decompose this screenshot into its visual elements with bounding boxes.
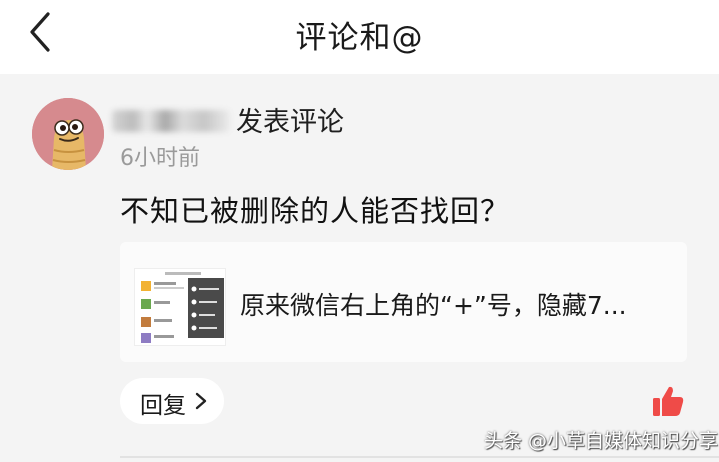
page-title: 评论和@	[295, 20, 424, 56]
username-blurred[interactable]	[112, 110, 230, 132]
timestamp: 6小时前	[120, 146, 200, 171]
reply-label: 回复	[140, 393, 186, 419]
like-button[interactable]	[651, 384, 685, 418]
article-thumbnail	[134, 268, 226, 346]
action-label: 发表评论	[236, 107, 344, 138]
divider	[120, 456, 719, 458]
thumbs-up-icon	[653, 386, 684, 416]
cartoon-character-avatar-icon	[32, 98, 104, 170]
article-title: 原来微信右上角的“+”号，隐藏7...	[240, 291, 627, 320]
reply-button[interactable]: 回复	[120, 378, 224, 424]
top-nav-bar: 评论和@	[0, 0, 719, 74]
comment-text: 不知已被删除的人能否找回？	[120, 194, 511, 228]
chevron-right-icon	[194, 391, 208, 411]
comment-item: 发表评论 6小时前 不知已被删除的人能否找回？ 原来微信右上角的“+”号，隐藏7…	[0, 74, 719, 462]
avatar[interactable]	[32, 98, 104, 170]
watermark: 头条 @小草自媒体知识分享	[484, 430, 719, 452]
article-thumbnail-image	[135, 269, 225, 345]
article-card[interactable]: 原来微信右上角的“+”号，隐藏7...	[120, 242, 687, 362]
